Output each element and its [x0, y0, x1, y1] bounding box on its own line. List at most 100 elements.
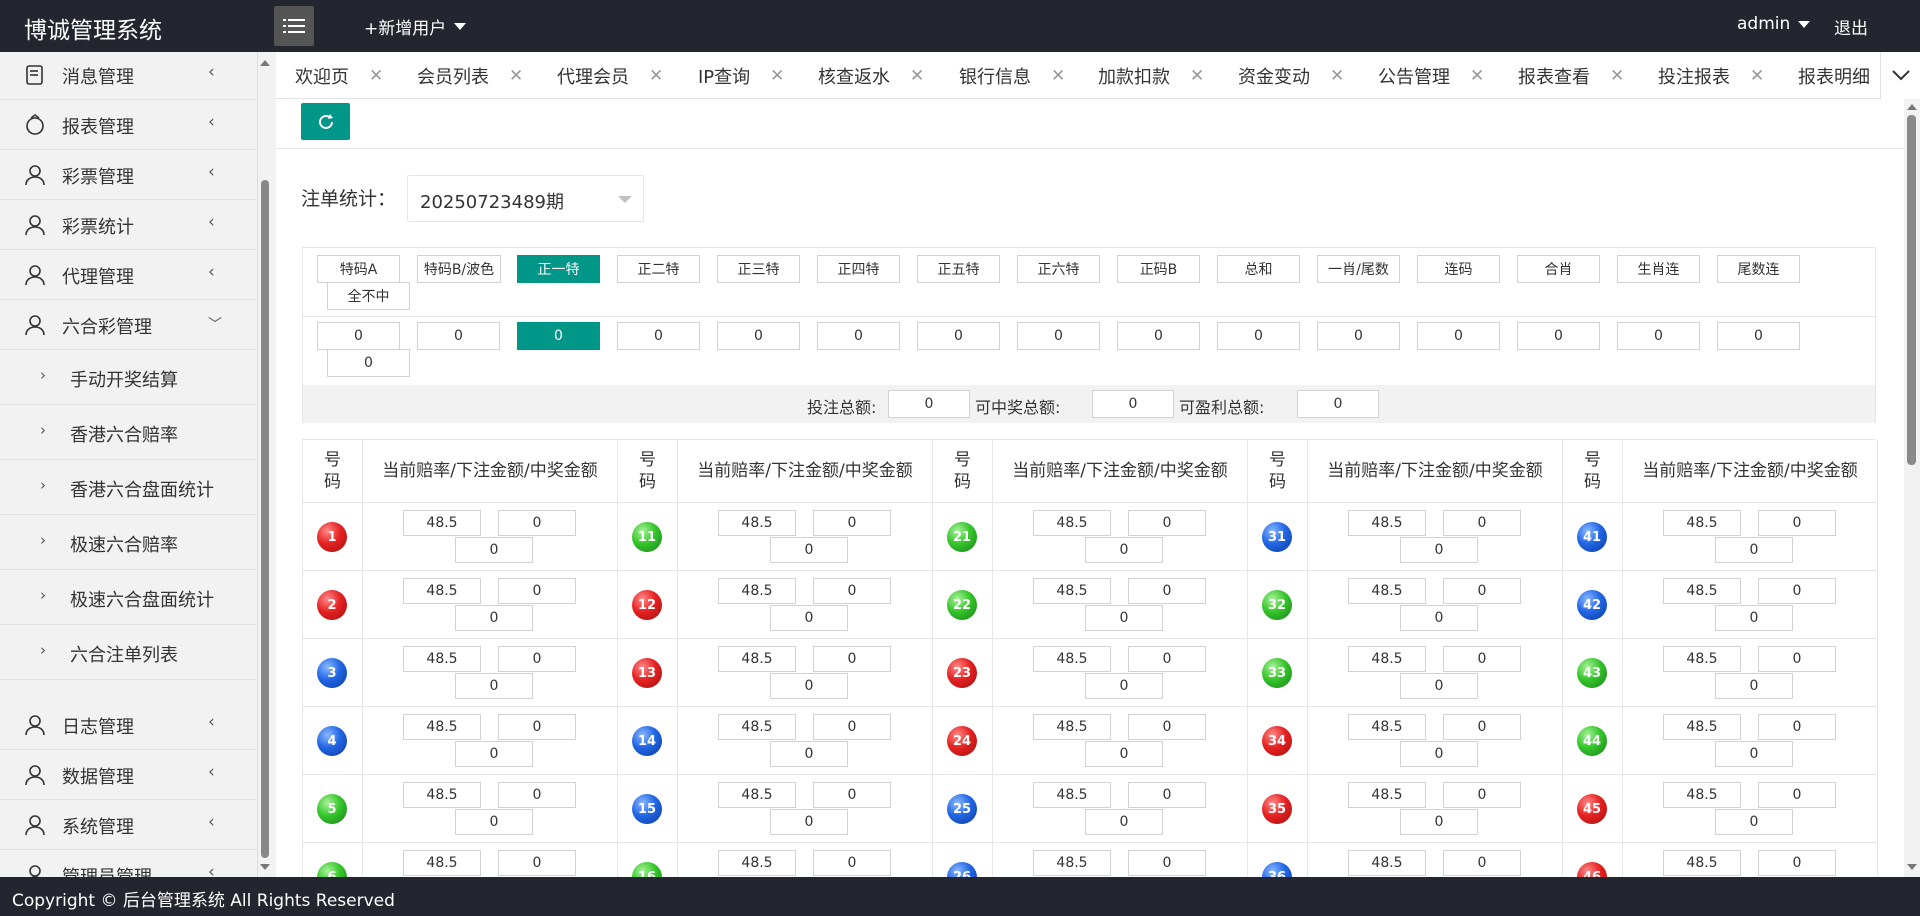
category-button[interactable]: 正五特 [917, 255, 1000, 283]
win-amount-field[interactable]: 0 [1715, 741, 1793, 767]
category-button[interactable]: 合肖 [1517, 255, 1600, 283]
bet-amount-field[interactable]: 0 [1128, 714, 1206, 740]
bet-amount-field[interactable]: 0 [1443, 510, 1521, 536]
bet-amount-field[interactable]: 0 [1128, 850, 1206, 876]
category-button[interactable]: 正二特 [617, 255, 700, 283]
odds-field[interactable]: 48.5 [1348, 714, 1426, 740]
bet-amount-field[interactable]: 0 [1758, 578, 1836, 604]
sidebar-item[interactable]: 代理管理 ‹ [0, 250, 256, 300]
bet-amount-field[interactable]: 0 [498, 714, 576, 740]
tab[interactable]: IP查询 ✕ [698, 52, 784, 98]
sidebar-item[interactable]: 报表管理 ‹ [0, 100, 256, 150]
odds-field[interactable]: 48.5 [718, 578, 796, 604]
close-icon[interactable]: ✕ [1750, 66, 1764, 86]
bet-total-field[interactable]: 0 [888, 390, 970, 418]
main-scroll-thumb[interactable] [1907, 115, 1916, 465]
category-sum-field[interactable]: 0 [327, 349, 410, 377]
sidebar-subitem[interactable]: › 极速六合赔率 [0, 515, 256, 570]
bet-amount-field[interactable]: 0 [1443, 714, 1521, 740]
win-amount-field[interactable]: 0 [1085, 605, 1163, 631]
bet-amount-field[interactable]: 0 [813, 782, 891, 808]
odds-field[interactable]: 48.5 [1663, 714, 1741, 740]
sidebar-scroll-thumb[interactable] [261, 180, 269, 858]
odds-field[interactable]: 48.5 [718, 782, 796, 808]
sidebar-subitem[interactable]: › 极速六合盘面统计 [0, 570, 256, 625]
win-amount-field[interactable]: 0 [1400, 673, 1478, 699]
win-amount-field[interactable]: 0 [1085, 673, 1163, 699]
odds-field[interactable]: 48.5 [403, 782, 481, 808]
odds-field[interactable]: 48.5 [1033, 510, 1111, 536]
win-total-field[interactable]: 0 [1092, 390, 1174, 418]
scroll-up-icon[interactable] [1907, 104, 1917, 110]
tab[interactable]: 欢迎页 ✕ [295, 52, 383, 98]
odds-field[interactable]: 48.5 [1663, 850, 1741, 876]
win-amount-field[interactable]: 0 [1400, 741, 1478, 767]
win-amount-field[interactable]: 0 [1715, 605, 1793, 631]
close-icon[interactable]: ✕ [509, 66, 523, 86]
tab[interactable]: 投注报表 ✕ [1658, 52, 1764, 98]
win-amount-field[interactable]: 0 [455, 605, 533, 631]
category-sum-field[interactable]: 0 [317, 322, 400, 350]
odds-field[interactable]: 48.5 [718, 510, 796, 536]
sidebar-subitem[interactable]: › 香港六合赔率 [0, 405, 256, 460]
category-sum-field[interactable]: 0 [1117, 322, 1200, 350]
win-amount-field[interactable]: 0 [1400, 537, 1478, 563]
category-sum-field[interactable]: 0 [1417, 322, 1500, 350]
odds-field[interactable]: 48.5 [1663, 510, 1741, 536]
bet-amount-field[interactable]: 0 [498, 850, 576, 876]
category-button[interactable]: 生肖连 [1617, 255, 1700, 283]
category-button[interactable]: 总和 [1217, 255, 1300, 283]
bet-amount-field[interactable]: 0 [1443, 578, 1521, 604]
tab[interactable]: 加款扣款 ✕ [1098, 52, 1204, 98]
menu-toggle-button[interactable] [274, 6, 314, 46]
category-sum-field[interactable]: 0 [617, 322, 700, 350]
odds-field[interactable]: 48.5 [403, 646, 481, 672]
odds-field[interactable]: 48.5 [403, 850, 481, 876]
bet-amount-field[interactable]: 0 [813, 714, 891, 740]
bet-amount-field[interactable]: 0 [813, 578, 891, 604]
bet-amount-field[interactable]: 0 [1443, 646, 1521, 672]
win-amount-field[interactable]: 0 [1085, 809, 1163, 835]
win-amount-field[interactable]: 0 [455, 809, 533, 835]
win-amount-field[interactable]: 0 [1085, 537, 1163, 563]
tabs-more-button[interactable] [1880, 52, 1920, 99]
scroll-down-icon[interactable] [260, 864, 270, 870]
odds-field[interactable]: 48.5 [1348, 646, 1426, 672]
bet-amount-field[interactable]: 0 [813, 850, 891, 876]
tab[interactable]: 公告管理 ✕ [1378, 52, 1484, 98]
category-sum-field[interactable]: 0 [1717, 322, 1800, 350]
bet-amount-field[interactable]: 0 [498, 782, 576, 808]
win-amount-field[interactable]: 0 [770, 605, 848, 631]
bet-amount-field[interactable]: 0 [1758, 646, 1836, 672]
tab[interactable]: 银行信息 ✕ [959, 52, 1065, 98]
win-amount-field[interactable]: 0 [770, 741, 848, 767]
win-amount-field[interactable]: 0 [770, 809, 848, 835]
sidebar-item[interactable]: 数据管理 ‹ [0, 750, 256, 800]
scroll-down-icon[interactable] [1907, 864, 1917, 870]
bet-amount-field[interactable]: 0 [1758, 782, 1836, 808]
add-user-menu[interactable]: +新增用户 [364, 14, 467, 39]
win-amount-field[interactable]: 0 [1715, 809, 1793, 835]
category-sum-field[interactable]: 0 [1617, 322, 1700, 350]
odds-field[interactable]: 48.5 [1663, 782, 1741, 808]
bet-amount-field[interactable]: 0 [1128, 646, 1206, 672]
odds-field[interactable]: 48.5 [718, 714, 796, 740]
odds-field[interactable]: 48.5 [403, 510, 481, 536]
odds-field[interactable]: 48.5 [403, 714, 481, 740]
category-sum-field[interactable]: 0 [1217, 322, 1300, 350]
refresh-button[interactable] [301, 103, 350, 140]
win-amount-field[interactable]: 0 [455, 741, 533, 767]
sidebar-item[interactable]: 日志管理 ‹ [0, 700, 256, 750]
category-button[interactable]: 正码B [1117, 255, 1200, 283]
category-button[interactable]: 正六特 [1017, 255, 1100, 283]
tab[interactable]: 会员列表 ✕ [417, 52, 523, 98]
win-amount-field[interactable]: 0 [1085, 741, 1163, 767]
category-sum-field[interactable]: 0 [817, 322, 900, 350]
category-button[interactable]: 正三特 [717, 255, 800, 283]
issue-select[interactable]: 20250723489期 [407, 175, 644, 222]
bet-amount-field[interactable]: 0 [1758, 714, 1836, 740]
win-amount-field[interactable]: 0 [1400, 809, 1478, 835]
category-sum-field[interactable]: 0 [1517, 322, 1600, 350]
close-icon[interactable]: ✕ [1610, 66, 1624, 86]
close-icon[interactable]: ✕ [369, 66, 383, 86]
